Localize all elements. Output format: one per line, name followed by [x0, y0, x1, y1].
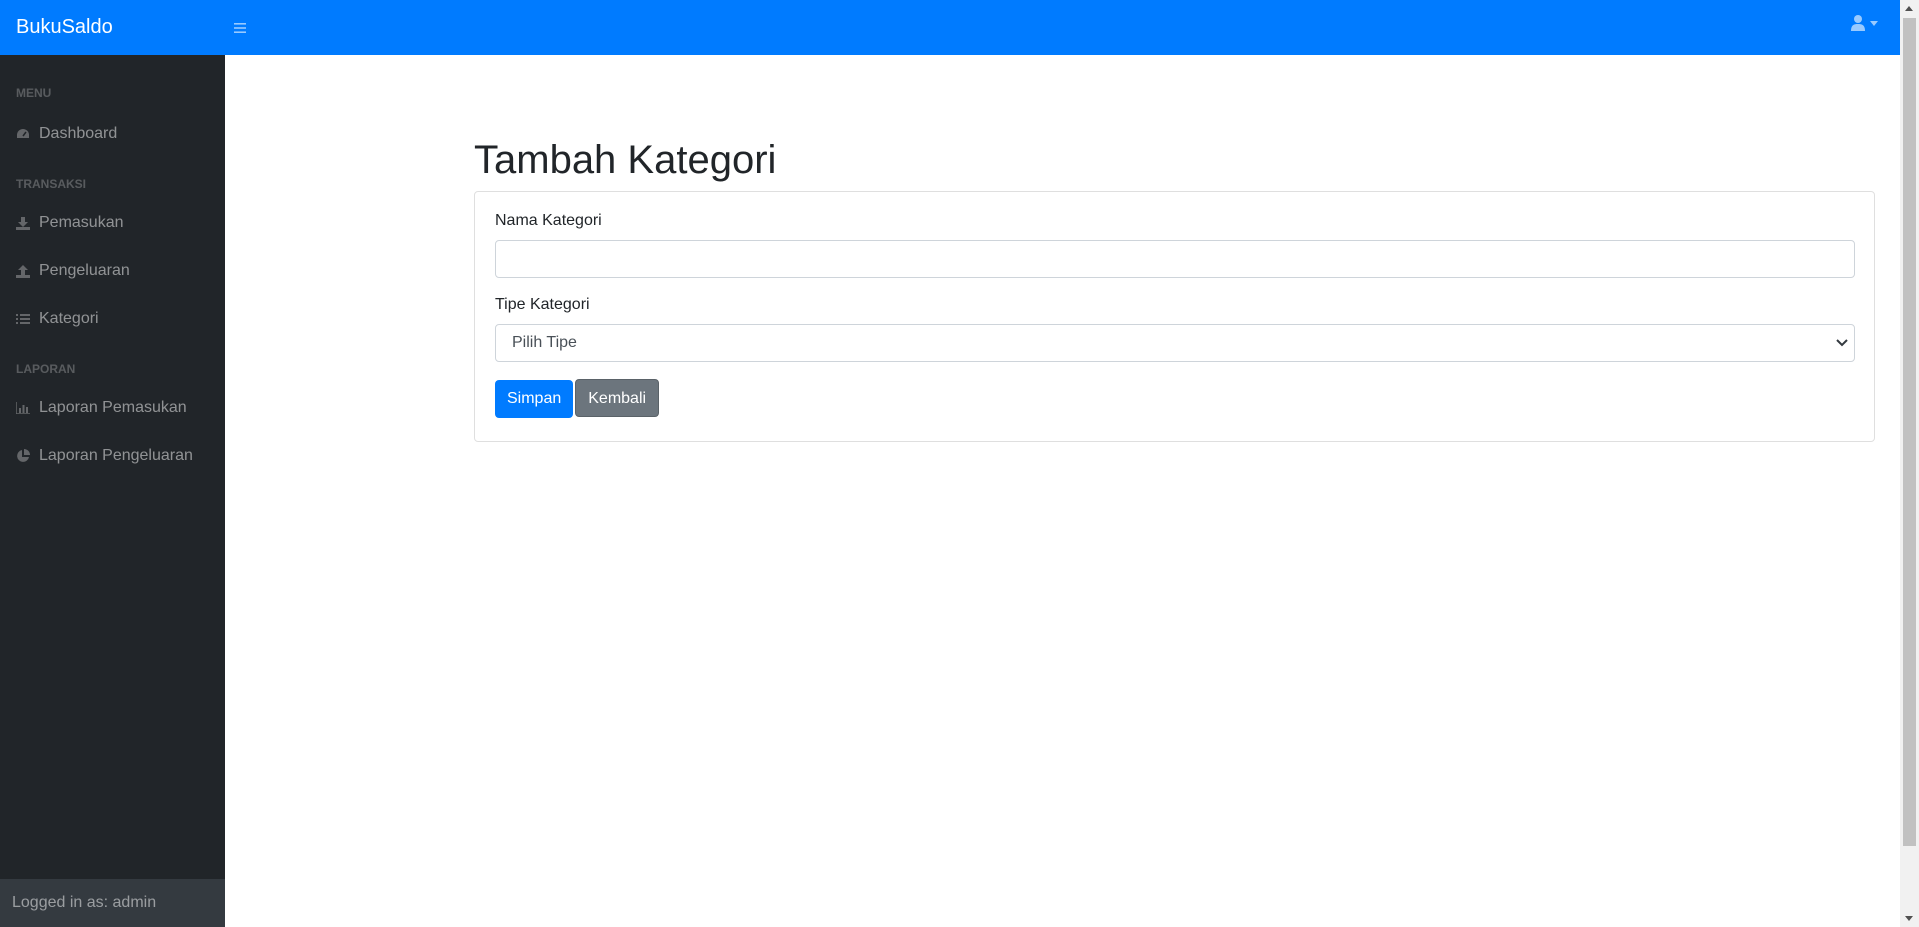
sidebar-item-label: Laporan Pemasukan [39, 399, 187, 416]
page-title: Tambah Kategori [474, 138, 777, 182]
sidebar-item-pemasukan[interactable]: Pemasukan [0, 199, 225, 247]
pie-chart-icon [16, 449, 30, 463]
scroll-up-arrow-icon[interactable] [1905, 6, 1913, 11]
simpan-button[interactable]: Simpan [495, 380, 574, 418]
upload-icon [16, 264, 30, 278]
top-navbar: BukuSaldo [0, 0, 1900, 55]
page-scrollbar[interactable] [1900, 0, 1919, 927]
form-card: Nama Kategori Tipe Kategori Pilih Tipe S… [474, 191, 1875, 442]
bar-chart-icon [16, 401, 30, 415]
download-icon [16, 216, 30, 230]
sidebar-item-label: Laporan Pengeluaran [39, 447, 193, 464]
sidebar-item-kategori[interactable]: Kategori [0, 295, 225, 343]
sidebar-item-pengeluaran[interactable]: Pengeluaran [0, 247, 225, 295]
brand-logo[interactable]: BukuSaldo [0, 0, 225, 55]
sidebar-item-label: Pengeluaran [39, 262, 130, 279]
user-dropdown[interactable] [1851, 15, 1878, 31]
nama-kategori-input[interactable] [495, 240, 1855, 278]
sidebar-item-laporan-pengeluaran[interactable]: Laporan Pengeluaran [0, 432, 225, 480]
kembali-button[interactable]: Kembali [575, 379, 660, 417]
tachometer-icon [16, 127, 30, 141]
tipe-kategori-select[interactable]: Pilih Tipe [495, 324, 1855, 362]
sidebar-footer: Logged in as: admin [0, 879, 225, 927]
sidebar-toggle-button[interactable] [227, 15, 253, 41]
nama-kategori-label: Nama Kategori [495, 212, 602, 229]
sidebar-heading-laporan: LAPORAN [16, 362, 76, 376]
sidebar-heading-menu: MENU [16, 86, 52, 100]
main-content: Tambah Kategori Nama Kategori Tipe Kateg… [225, 55, 1900, 927]
scrollbar-thumb[interactable] [1903, 18, 1916, 846]
menu-icon [234, 22, 246, 33]
sidebar-heading-transaksi: TRANSAKSI [16, 177, 87, 191]
sidebar: MENU Dashboard TRANSAKSI Pemasukan Penge… [0, 55, 225, 927]
list-icon [16, 312, 30, 326]
sidebar-item-label: Pemasukan [39, 214, 124, 231]
sidebar-item-label: Kategori [39, 310, 99, 327]
scroll-down-arrow-icon[interactable] [1905, 916, 1913, 921]
select-value: Pilih Tipe [512, 334, 577, 351]
chevron-down-icon [1836, 339, 1848, 347]
sidebar-item-label: Dashboard [39, 125, 118, 142]
sidebar-item-dashboard[interactable]: Dashboard [0, 110, 225, 158]
sidebar-item-laporan-pemasukan[interactable]: Laporan Pemasukan [0, 384, 225, 432]
tipe-kategori-label: Tipe Kategori [495, 296, 590, 313]
user-icon [1851, 15, 1865, 31]
caret-down-icon [1870, 20, 1878, 26]
